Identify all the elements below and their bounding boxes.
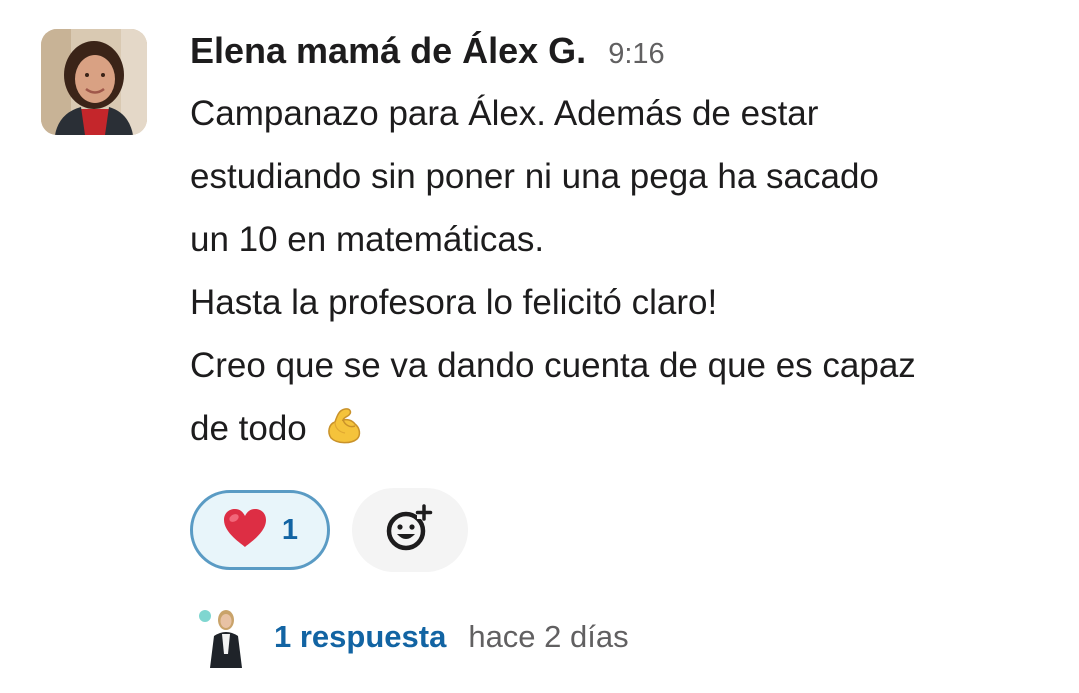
message-timestamp[interactable]: 9:16 [608, 38, 664, 71]
thread-summary[interactable]: 1 respuesta hace 2 días [196, 606, 629, 668]
message-header: Elena mamá de Álex G. 9:16 [190, 30, 665, 74]
add-reaction-button[interactable] [352, 488, 468, 572]
message-last-line: de todo [190, 397, 1060, 460]
message-body: Campanazo para Álex. Además de estar est… [190, 82, 1060, 460]
reply-avatar [196, 606, 250, 668]
message-line: estudiando sin poner ni una pega ha saca… [190, 157, 879, 196]
message-line-text: de todo [190, 409, 307, 448]
add-reaction-icon [385, 503, 435, 558]
author-name[interactable]: Elena mamá de Álex G. [190, 30, 586, 72]
message-line: Campanazo para Álex. Además de estar [190, 94, 819, 133]
reactions-bar: 1 [190, 488, 468, 572]
message-line: un 10 en matemáticas. [190, 220, 545, 259]
replies-link[interactable]: 1 respuesta [274, 619, 446, 655]
reaction-heart[interactable]: 1 [190, 490, 330, 570]
reaction-count: 1 [281, 513, 299, 546]
message-line: Hasta la profesora lo felicitó claro! [190, 283, 718, 322]
last-reply-time: hace 2 días [468, 619, 629, 654]
flexed-biceps-icon [323, 403, 365, 466]
author-avatar-image [41, 29, 147, 135]
message-line: Creo que se va dando cuenta de que es ca… [190, 346, 916, 385]
red-heart-icon [222, 507, 268, 554]
author-avatar[interactable] [41, 29, 147, 135]
